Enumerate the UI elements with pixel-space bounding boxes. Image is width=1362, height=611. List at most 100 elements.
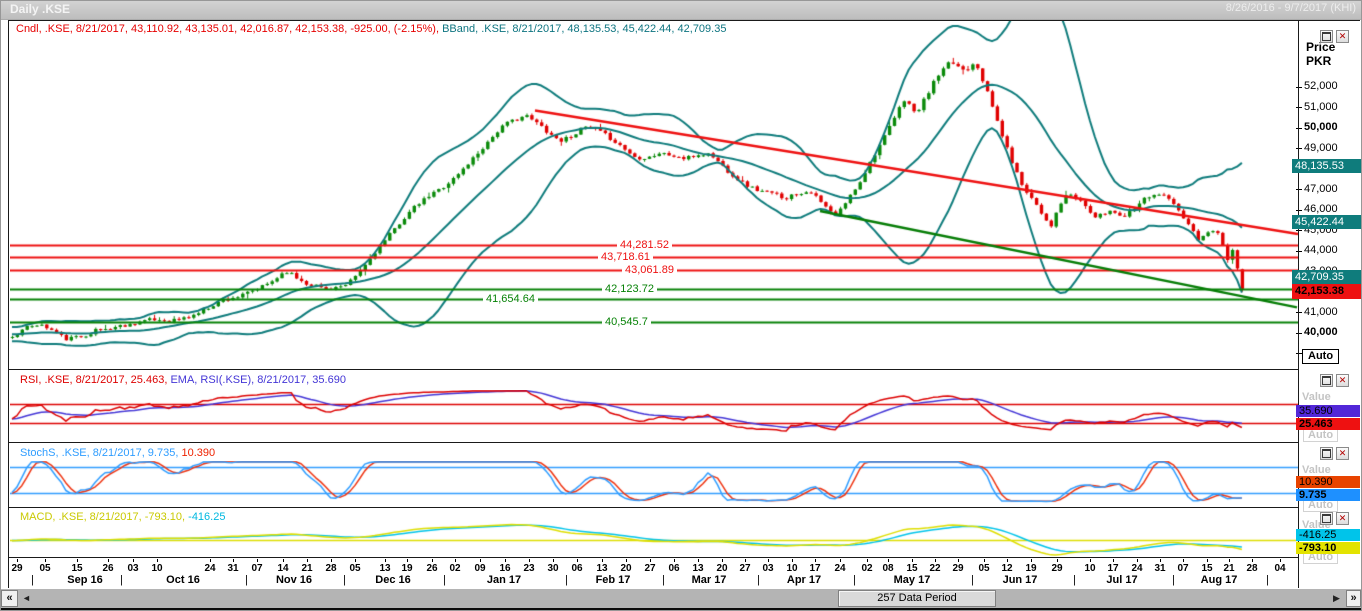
x-axis-day-label: 23 <box>523 563 534 574</box>
x-axis-day-tick <box>1229 559 1230 562</box>
x-axis-day-label: 07 <box>1177 563 1188 574</box>
restore-icon[interactable] <box>1320 447 1333 460</box>
price-tick-mark <box>1296 210 1302 211</box>
restore-icon[interactable] <box>1320 512 1333 525</box>
x-axis-day-label: 12 <box>1001 563 1012 574</box>
x-axis-day-label: 13 <box>379 563 390 574</box>
x-axis-day-label: 05 <box>978 563 989 574</box>
level-label: 41,654.64 <box>483 293 538 305</box>
x-axis-day-label: 05 <box>349 563 360 574</box>
level-label: 43,061.89 <box>622 264 677 276</box>
x-axis-day-tick <box>77 559 78 562</box>
x-axis-day-tick <box>722 559 723 562</box>
x-axis-day-label: 29 <box>952 563 963 574</box>
rsi-value-badge: 35.690 <box>1296 405 1360 417</box>
x-axis-day-tick <box>1252 559 1253 562</box>
x-axis-month-label: May 17 <box>894 574 931 586</box>
scrollbar-thumb[interactable]: 257 Data Period <box>838 590 996 607</box>
x-axis-day-tick <box>17 559 18 562</box>
price-tick-mark <box>1296 333 1302 334</box>
x-axis-day-tick <box>307 559 308 562</box>
x-axis-day-label: 21 <box>1223 563 1234 574</box>
x-axis-day-label: 19 <box>401 563 412 574</box>
x-axis-day-label: 19 <box>1025 563 1036 574</box>
scroll-far-right-button[interactable]: » <box>1346 590 1361 607</box>
rsi-canvas[interactable] <box>10 390 1298 441</box>
price-tick-label: 47,000 <box>1304 183 1338 195</box>
x-axis-month-separator: | <box>31 574 34 586</box>
time-scrollbar[interactable]: « ◄ 257 Data Period ▶ » <box>0 589 1362 608</box>
x-axis-day-label: 31 <box>1154 563 1165 574</box>
price-tick-label: 41,000 <box>1304 306 1338 318</box>
stoch-value-label: Value <box>1302 464 1331 476</box>
x-axis-day-label: 29 <box>1051 563 1062 574</box>
x-axis-day-label: 20 <box>620 563 631 574</box>
scroll-right-arrow[interactable]: ▶ <box>1333 593 1340 603</box>
scroll-left-arrow[interactable]: ◄ <box>22 593 31 603</box>
rsi-legend: RSI, .KSE, 8/21/2017, 25.463, EMA, RSI(.… <box>20 374 346 386</box>
x-axis-day-tick <box>698 559 699 562</box>
window-titlebar: Daily .KSE 8/26/2016 - 9/7/2017 (KHI) <box>0 0 1362 20</box>
stoch-canvas[interactable] <box>10 461 1298 507</box>
x-axis-month-label: Jun 17 <box>1003 574 1038 586</box>
x-axis-day-tick <box>935 559 936 562</box>
close-icon[interactable]: ✕ <box>1336 30 1349 43</box>
x-axis-day-tick <box>480 559 481 562</box>
rsi-value-label: Value <box>1302 391 1331 403</box>
x-axis-month-separator: | <box>1172 574 1175 586</box>
close-icon[interactable]: ✕ <box>1336 447 1349 460</box>
x-axis-day-label: 27 <box>644 563 655 574</box>
x-axis-day-tick <box>385 559 386 562</box>
x-axis-month-label: Oct 16 <box>166 574 200 586</box>
price-tick-mark <box>1296 251 1302 252</box>
x-axis-day-tick <box>1090 559 1091 562</box>
x-axis-month-separator: | <box>245 574 248 586</box>
x-axis-day-tick <box>1160 559 1161 562</box>
x-axis-day-tick <box>1057 559 1058 562</box>
x-axis-day-tick <box>1031 559 1032 562</box>
main-chart-canvas[interactable] <box>10 21 1298 369</box>
level-label: 42,123.72 <box>602 283 657 295</box>
x-axis-day-tick <box>602 559 603 562</box>
x-axis-month-label: Jan 17 <box>487 574 521 586</box>
x-axis-day-tick <box>210 559 211 562</box>
x-axis-day-tick <box>1207 559 1208 562</box>
rsi-value-badge: 25.463 <box>1296 418 1360 430</box>
x-axis-month-separator: | <box>343 574 346 586</box>
price-tick-mark <box>1296 107 1302 108</box>
restore-icon[interactable] <box>1320 30 1333 43</box>
x-axis-day-tick <box>577 559 578 562</box>
scroll-far-left-button[interactable]: « <box>1 590 18 607</box>
x-axis-day-tick <box>432 559 433 562</box>
x-axis-month-separator: | <box>1266 574 1269 586</box>
x-axis-day-label: 06 <box>571 563 582 574</box>
rsi-auto-button: Auto <box>1303 429 1338 442</box>
x-axis-month-separator: | <box>443 574 446 586</box>
price-axis-auto-button[interactable]: Auto <box>1302 349 1339 364</box>
close-icon[interactable]: ✕ <box>1336 512 1349 525</box>
close-icon[interactable]: ✕ <box>1336 374 1349 387</box>
x-axis-day-label: 14 <box>277 563 288 574</box>
price-axis-currency: PKR <box>1306 54 1331 68</box>
price-tick-label: 46,000 <box>1304 203 1338 215</box>
x-axis-day-tick <box>867 559 868 562</box>
x-axis-day-tick <box>815 559 816 562</box>
x-axis-day-label: 08 <box>882 563 893 574</box>
rsi-panel-controls: ✕ <box>1320 374 1349 387</box>
price-tick-mark <box>1296 230 1302 231</box>
x-axis-day-tick <box>233 559 234 562</box>
date-range-label: 8/26/2016 - 9/7/2017 (KHI) <box>1226 2 1356 14</box>
x-axis-day-label: 10 <box>151 563 162 574</box>
x-axis-month-separator: | <box>971 574 974 586</box>
candle-legend: Cndl, .KSE, 8/21/2017, 43,110.92, 43,135… <box>16 23 439 35</box>
level-label: 43,718.61 <box>598 251 653 263</box>
restore-icon[interactable] <box>1320 374 1333 387</box>
x-axis-month-label: Aug 17 <box>1201 574 1238 586</box>
x-axis-day-tick <box>455 559 456 562</box>
price-tick-label: 51,000 <box>1304 101 1338 113</box>
price-badge: 48,135.53 <box>1292 159 1361 173</box>
x-axis-day-label: 17 <box>809 563 820 574</box>
main-legend: Cndl, .KSE, 8/21/2017, 43,110.92, 43,135… <box>16 23 726 35</box>
macd-value-badge: -793.10 <box>1296 542 1360 554</box>
x-axis-day-label: 06 <box>668 563 679 574</box>
